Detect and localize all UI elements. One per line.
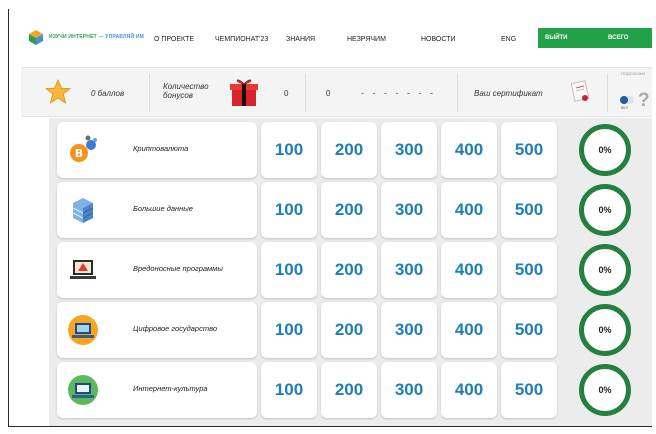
topic-row: Вредоносные программы 100 200 300 400 50… [57,242,652,298]
points-500[interactable]: 500 [501,362,557,418]
bonus-label: Количество бонусов [163,82,209,100]
all-button[interactable]: ВСЕГО [608,35,628,41]
points-200[interactable]: 200 [321,182,377,238]
points-400[interactable]: 400 [441,242,497,298]
progress-ring: 0% [579,244,631,296]
points-100[interactable]: 100 [261,182,317,238]
topic-card[interactable]: Интернет-культура [57,362,257,418]
topic-row: Цифровое государство 100 200 300 400 500… [57,302,652,358]
logo-icon [29,30,43,45]
topic-card[interactable]: Вредоносные программы [57,242,257,298]
server-icon [72,198,94,223]
code-placeholder: - - - - - - - [361,88,436,98]
points-500[interactable]: 500 [501,242,557,298]
progress-ring: 0% [579,124,631,176]
points-500[interactable]: 500 [501,302,557,358]
points-300[interactable]: 300 [381,182,437,238]
top-nav: ИЗУЧИ ИНТЕРНЕТ — УПРАВЛЯЙ ИМ О ПРОЕКТЕ Ч… [9,9,652,65]
topic-name: Цифровое государство [133,324,218,333]
points-100[interactable]: 100 [261,362,317,418]
page-frame: ИЗУЧИ ИНТЕРНЕТ — УПРАВЛЯЙ ИМ О ПРОЕКТЕ Ч… [8,9,652,427]
game-board: B Криптовалюта 100 200 300 400 500 0% Бо… [49,118,652,426]
topic-name: Вредоносные программы [133,264,223,273]
points-400[interactable]: 400 [441,362,497,418]
nav-item-news[interactable]: НОВОСТИ [421,36,456,43]
progress-ring: 0% [579,304,631,356]
hints-label: ПОДСКАЗКИ [621,71,646,76]
topic-name: Большие данные [133,204,193,213]
svg-text:B: B [75,147,83,160]
laptop-virus-icon [70,260,96,279]
nav-item-blind[interactable]: НЕЗРЯЧИМ [347,36,386,43]
logo-text: ИЗУЧИ ИНТЕРНЕТ — УПРАВЛЯЙ ИМ [49,34,144,40]
account-bar: ВЫЙТИ ВСЕГО [538,28,652,48]
topic-card[interactable]: B Криптовалюта [57,122,257,178]
star-icon [45,79,71,104]
stats-bar: 0 баллов Количество бонусов 0 0 - - - - -… [21,67,652,117]
nav-item-about[interactable]: О ПРОЕКТЕ [154,36,194,43]
points-500[interactable]: 500 [501,182,557,238]
hints-toggle[interactable] [620,96,634,104]
topic-row: B Криптовалюта 100 200 300 400 500 0% [57,122,652,178]
certificate-label[interactable]: Ваш сертификат [474,89,543,98]
points-100[interactable]: 100 [261,242,317,298]
points-100[interactable]: 100 [261,122,317,178]
points-count: 0 баллов [91,89,125,98]
progress-ring: 0% [579,364,631,416]
points-200[interactable]: 200 [321,242,377,298]
nav-item-championship[interactable]: ЧЕМПИОНАТ'23 [215,36,268,43]
gift-icon [230,79,258,106]
laptop-culture-icon [68,375,98,405]
points-300[interactable]: 300 [381,242,437,298]
topic-card[interactable]: Большие данные [57,182,257,238]
points-300[interactable]: 300 [381,302,437,358]
site-logo[interactable]: ИЗУЧИ ИНТЕРНЕТ — УПРАВЛЯЙ ИМ [27,28,144,46]
topic-name: Интернет-культура [133,384,208,393]
laptop-gov-icon [68,315,98,345]
points-300[interactable]: 300 [381,122,437,178]
points-100[interactable]: 100 [261,302,317,358]
topic-name: Криптовалюта [133,144,189,153]
points-400[interactable]: 400 [441,302,497,358]
points-200[interactable]: 200 [321,362,377,418]
topic-row: Интернет-культура 100 200 300 400 500 0% [57,362,652,418]
toggle-label: ВКЛ [621,106,628,110]
points-300[interactable]: 300 [381,362,437,418]
bonus-count: 0 [284,89,289,98]
certificate-icon[interactable] [570,80,592,106]
points-200[interactable]: 200 [321,122,377,178]
topic-card[interactable]: Цифровое государство [57,302,257,358]
help-icon[interactable]: ? [638,90,650,112]
lang-switch[interactable]: ENG [501,36,516,43]
points-400[interactable]: 400 [441,182,497,238]
counter-value: 0 [326,89,331,98]
points-500[interactable]: 500 [501,122,557,178]
points-200[interactable]: 200 [321,302,377,358]
bitcoin-icon: B [70,135,97,162]
nav-item-knowledge[interactable]: ЗНАНИЯ [286,36,315,43]
points-400[interactable]: 400 [441,122,497,178]
logout-button[interactable]: ВЫЙТИ [545,35,568,41]
progress-ring: 0% [579,184,631,236]
topic-row: Большие данные 100 200 300 400 500 0% [57,182,652,238]
